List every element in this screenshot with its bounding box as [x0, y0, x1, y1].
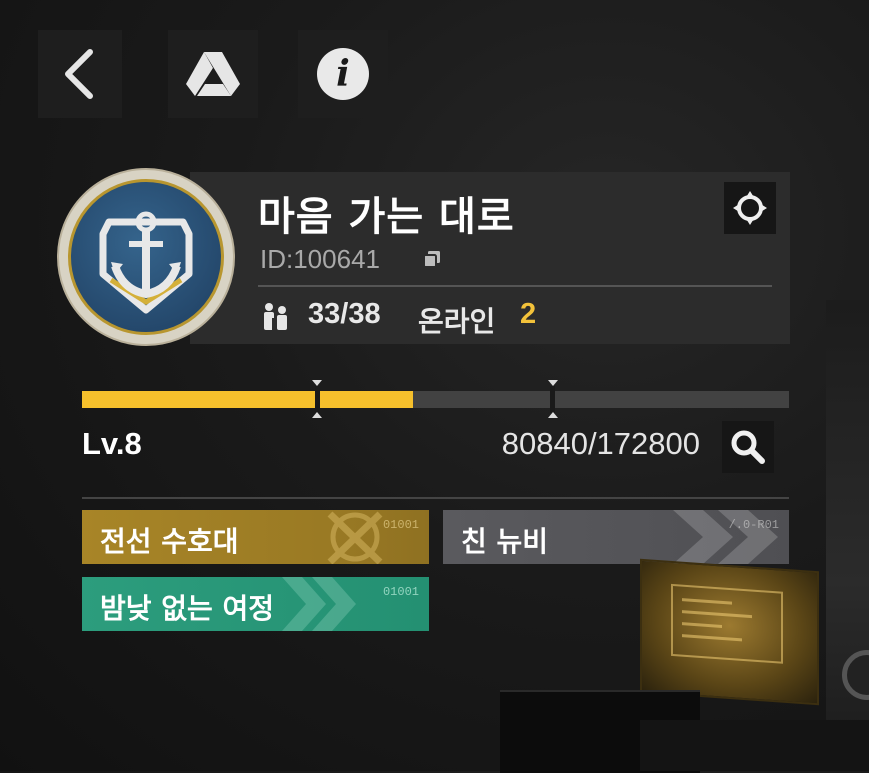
player-id: ID:100641: [260, 244, 380, 274]
locate-button[interactable]: [724, 182, 776, 234]
online-label: 온라인: [418, 305, 496, 338]
tag-code: /.0-R01: [728, 518, 779, 532]
crosshair-icon: [733, 191, 767, 225]
online-count: 2: [520, 298, 537, 330]
background-monitor: [640, 558, 819, 706]
section-divider: [82, 497, 789, 499]
info-icon: i: [317, 48, 369, 100]
info-button[interactable]: i: [298, 30, 388, 118]
tag-newbie-friendly[interactable]: 친 뉴비 /.0-R01: [443, 510, 789, 564]
background-console: [640, 720, 869, 771]
tag-code: 01001: [382, 585, 419, 599]
tag-label: 전선 수호대: [100, 525, 239, 558]
copy-icon[interactable]: [421, 248, 443, 270]
search-icon: [731, 430, 765, 464]
back-button[interactable]: [38, 30, 122, 118]
level-label: Lv.8: [82, 426, 142, 461]
members-icon: [264, 303, 287, 330]
exp-tick-top: [548, 380, 558, 386]
exp-value: 80840/172800: [501, 426, 700, 461]
exp-bar-segment-divider: [550, 386, 555, 413]
search-button[interactable]: [722, 421, 774, 473]
exp-tick-top: [312, 380, 322, 386]
tag-label: 친 뉴비: [461, 525, 549, 558]
tag-endless-journey[interactable]: 밤낮 없는 여정 01001: [82, 577, 429, 631]
tag-code: 01001: [382, 518, 419, 532]
chevron-left-icon: [65, 49, 93, 99]
drive-button[interactable]: [168, 30, 258, 118]
avatar[interactable]: [57, 168, 235, 346]
background-machinery: [826, 300, 869, 771]
anchor-emblem-icon: [68, 179, 224, 335]
exp-bar-fill: [82, 391, 413, 408]
tag-label: 밤낮 없는 여정: [100, 592, 275, 625]
exp-tick-bottom: [312, 412, 322, 418]
player-name: 마음 가는 대로: [258, 194, 515, 240]
member-count: 33/38: [308, 298, 381, 330]
exp-tick-bottom: [548, 412, 558, 418]
crossed-swords-icon: [327, 511, 383, 564]
exp-bar-segment-divider: [315, 386, 320, 413]
tag-frontline-guard[interactable]: 전선 수호대 01001: [82, 510, 429, 564]
card-divider: [258, 285, 772, 287]
drive-icon: [186, 52, 240, 96]
